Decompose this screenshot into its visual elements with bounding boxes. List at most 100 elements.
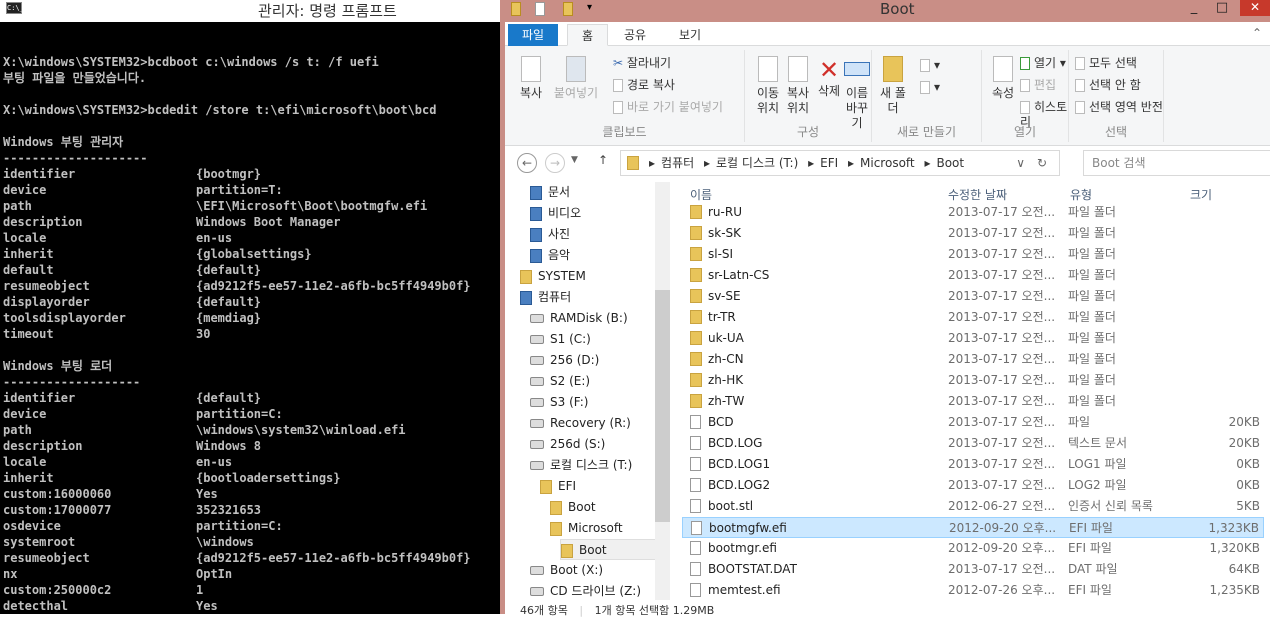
explorer-title-bar[interactable]: ▾ Boot _ □ ✕ [505,0,1270,22]
nav-item[interactable]: Microsoft [550,518,655,539]
breadcrumb-computer[interactable]: 컴퓨터 [661,156,694,170]
file-name: BCD.LOG2 [708,478,771,492]
nav-item[interactable]: 음악 [530,245,655,266]
paste-button[interactable]: 붙여넣기 [551,56,601,101]
copy-icon [521,56,541,82]
new-group-label: 새로 만들기 [896,125,956,139]
nav-item[interactable]: 사진 [530,224,655,245]
breadcrumb-local-disk[interactable]: 로컬 디스크 (T:) [716,156,798,170]
recent-locations-icon[interactable]: ▼ [571,155,578,165]
nav-item[interactable]: Boot (X:) [530,560,655,581]
open-button[interactable]: 열기 ▾ [1020,56,1066,71]
file-row[interactable]: BOOTSTAT.DAT 2013-07-17 오전... DAT 파일 64KB [682,559,1264,580]
breadcrumb-microsoft[interactable]: Microsoft [860,156,915,170]
file-row[interactable]: zh-HK 2013-07-17 오전... 파일 폴더 [682,370,1264,391]
properties-quick-icon[interactable] [535,2,545,16]
nav-item[interactable]: CD 드라이브 (Z:) [530,581,655,600]
file-row[interactable]: bootmgr.efi 2012-09-20 오후... EFI 파일 1,320KB [682,538,1264,559]
file-row[interactable]: sl-SI 2013-07-17 오전... 파일 폴더 [682,244,1264,265]
quick-access-dropdown-icon[interactable]: ▾ [587,2,592,13]
file-row[interactable]: ru-RU 2013-07-17 오전... 파일 폴더 [682,202,1264,223]
tab-home[interactable]: 홈 [567,24,609,46]
console-output[interactable]: X:\windows\SYSTEM32>bcdboot c:\windows /… [3,38,500,614]
paste-shortcut-button[interactable]: 바로 가기 붙여넣기 [613,100,723,115]
tab-file[interactable]: 파일 [508,24,559,46]
minimize-button[interactable]: _ [1182,0,1206,20]
search-input[interactable]: Boot 검색 [1083,150,1270,176]
column-date[interactable]: 수정한 날짜 [948,186,1007,203]
close-button[interactable]: ✕ [1240,0,1270,16]
nav-item[interactable]: SYSTEM [520,266,655,287]
nav-item[interactable]: S3 (F:) [530,392,655,413]
file-row[interactable]: BCD.LOG1 2013-07-17 오전... LOG1 파일 0KB [682,454,1264,475]
breadcrumb[interactable]: ▸ 컴퓨터 ▸ 로컬 디스크 (T:) ▸ EFI ▸ Microsoft ▸ Boot … [620,150,1060,176]
cmd-title-bar[interactable]: C:\_ 관리자: 명령 프롬프트 [0,0,500,22]
move-to-button[interactable]: 이동 위치 [753,56,783,116]
forward-button[interactable]: → [545,153,565,173]
file-icon [690,583,701,597]
nav-item[interactable]: S1 (C:) [530,329,655,350]
breadcrumb-efi[interactable]: EFI [820,156,838,170]
nav-item[interactable]: 로컬 디스크 (T:) [530,455,655,476]
address-dropdown-icon[interactable]: ∨ [1016,151,1025,175]
file-row[interactable]: sk-SK 2013-07-17 오전... 파일 폴더 [682,223,1264,244]
tab-share[interactable]: 공유 [610,24,660,46]
new-folder-button[interactable]: 새 폴더 [880,56,906,116]
cut-button[interactable]: ✂ 잘라내기 [613,56,671,71]
copy-path-button[interactable]: 경로 복사 [613,78,675,93]
column-size[interactable]: 크기 [1190,186,1212,203]
maximize-button[interactable]: □ [1210,0,1234,20]
nav-item[interactable]: RAMDisk (B:) [530,308,655,329]
nav-item[interactable]: 256d (S:) [530,434,655,455]
copy-button[interactable]: 복사 [513,56,549,101]
delete-button[interactable]: ✕ 삭제 [817,56,841,99]
console-line: toolsdisplayorder {memdiag} [3,310,500,326]
nav-item[interactable]: 문서 [530,182,655,203]
nav-item[interactable]: Boot [550,497,655,518]
new-folder-quick-icon[interactable] [563,2,573,16]
file-row[interactable]: BCD.LOG 2013-07-17 오전... 텍스트 문서 20KB [682,433,1264,454]
nav-item[interactable]: 256 (D:) [530,350,655,371]
file-row[interactable]: BCD 2013-07-17 오전... 파일 20KB [682,412,1264,433]
new-item-button[interactable]: ▾ [920,58,940,73]
easy-access-button[interactable]: ▾ [920,80,940,95]
column-name[interactable]: 이름 [690,186,712,203]
column-type[interactable]: 유형 [1070,186,1092,203]
file-row[interactable]: sr-Latn-CS 2013-07-17 오전... 파일 폴더 [682,265,1264,286]
console-line: inherit {bootloadersettings} [3,470,500,486]
select-all-button[interactable]: 모두 선택 [1075,56,1137,71]
cmd-title: 관리자: 명령 프롬프트 [258,2,397,20]
edit-button[interactable]: 편집 [1020,78,1056,93]
nav-item[interactable]: 컴퓨터 [520,287,655,308]
select-none-button[interactable]: 선택 안 함 [1075,78,1141,93]
back-button[interactable]: ← [517,153,537,173]
nav-scrollbar-thumb[interactable] [655,290,670,522]
file-type: 파일 폴더 [1068,352,1116,366]
nav-item[interactable]: Boot [560,539,655,560]
invert-selection-button[interactable]: 선택 영역 반전 [1075,100,1163,115]
nav-item[interactable]: Recovery (R:) [530,413,655,434]
nav-item[interactable]: S2 (E:) [530,371,655,392]
tab-view[interactable]: 보기 [665,24,715,46]
up-button[interactable]: ↑ [598,153,608,167]
file-row[interactable]: uk-UA 2013-07-17 오전... 파일 폴더 [682,328,1264,349]
properties-button[interactable]: 속성 [988,56,1018,101]
rename-button[interactable]: 이름 바꾸기 [843,56,871,131]
breadcrumb-boot[interactable]: Boot [936,156,964,170]
collapse-ribbon-icon[interactable]: ⌃ [1252,26,1262,40]
file-row[interactable]: sv-SE 2013-07-17 오전... 파일 폴더 [682,286,1264,307]
folder-icon [690,352,702,366]
file-date: 2013-07-17 오전... [948,310,1056,324]
file-row[interactable]: zh-TW 2013-07-17 오전... 파일 폴더 [682,391,1264,412]
file-row[interactable]: zh-CN 2013-07-17 오전... 파일 폴더 [682,349,1264,370]
nav-item[interactable]: EFI [540,476,655,497]
file-row[interactable]: memtest.efi 2012-07-26 오후... EFI 파일 1,235KB [682,580,1264,601]
folder-icon [690,247,702,261]
file-row[interactable]: boot.stl 2012-06-27 오전... 인증서 신뢰 목록 5KB [682,496,1264,517]
file-row[interactable]: bootmgfw.efi 2012-09-20 오후... EFI 파일 1,323K… [682,517,1264,538]
copy-to-button[interactable]: 복사 위치 [783,56,813,116]
nav-item[interactable]: 비디오 [530,203,655,224]
file-row[interactable]: BCD.LOG2 2013-07-17 오전... LOG2 파일 0KB [682,475,1264,496]
file-row[interactable]: tr-TR 2013-07-17 오전... 파일 폴더 [682,307,1264,328]
refresh-icon[interactable]: ↻ [1037,151,1047,175]
